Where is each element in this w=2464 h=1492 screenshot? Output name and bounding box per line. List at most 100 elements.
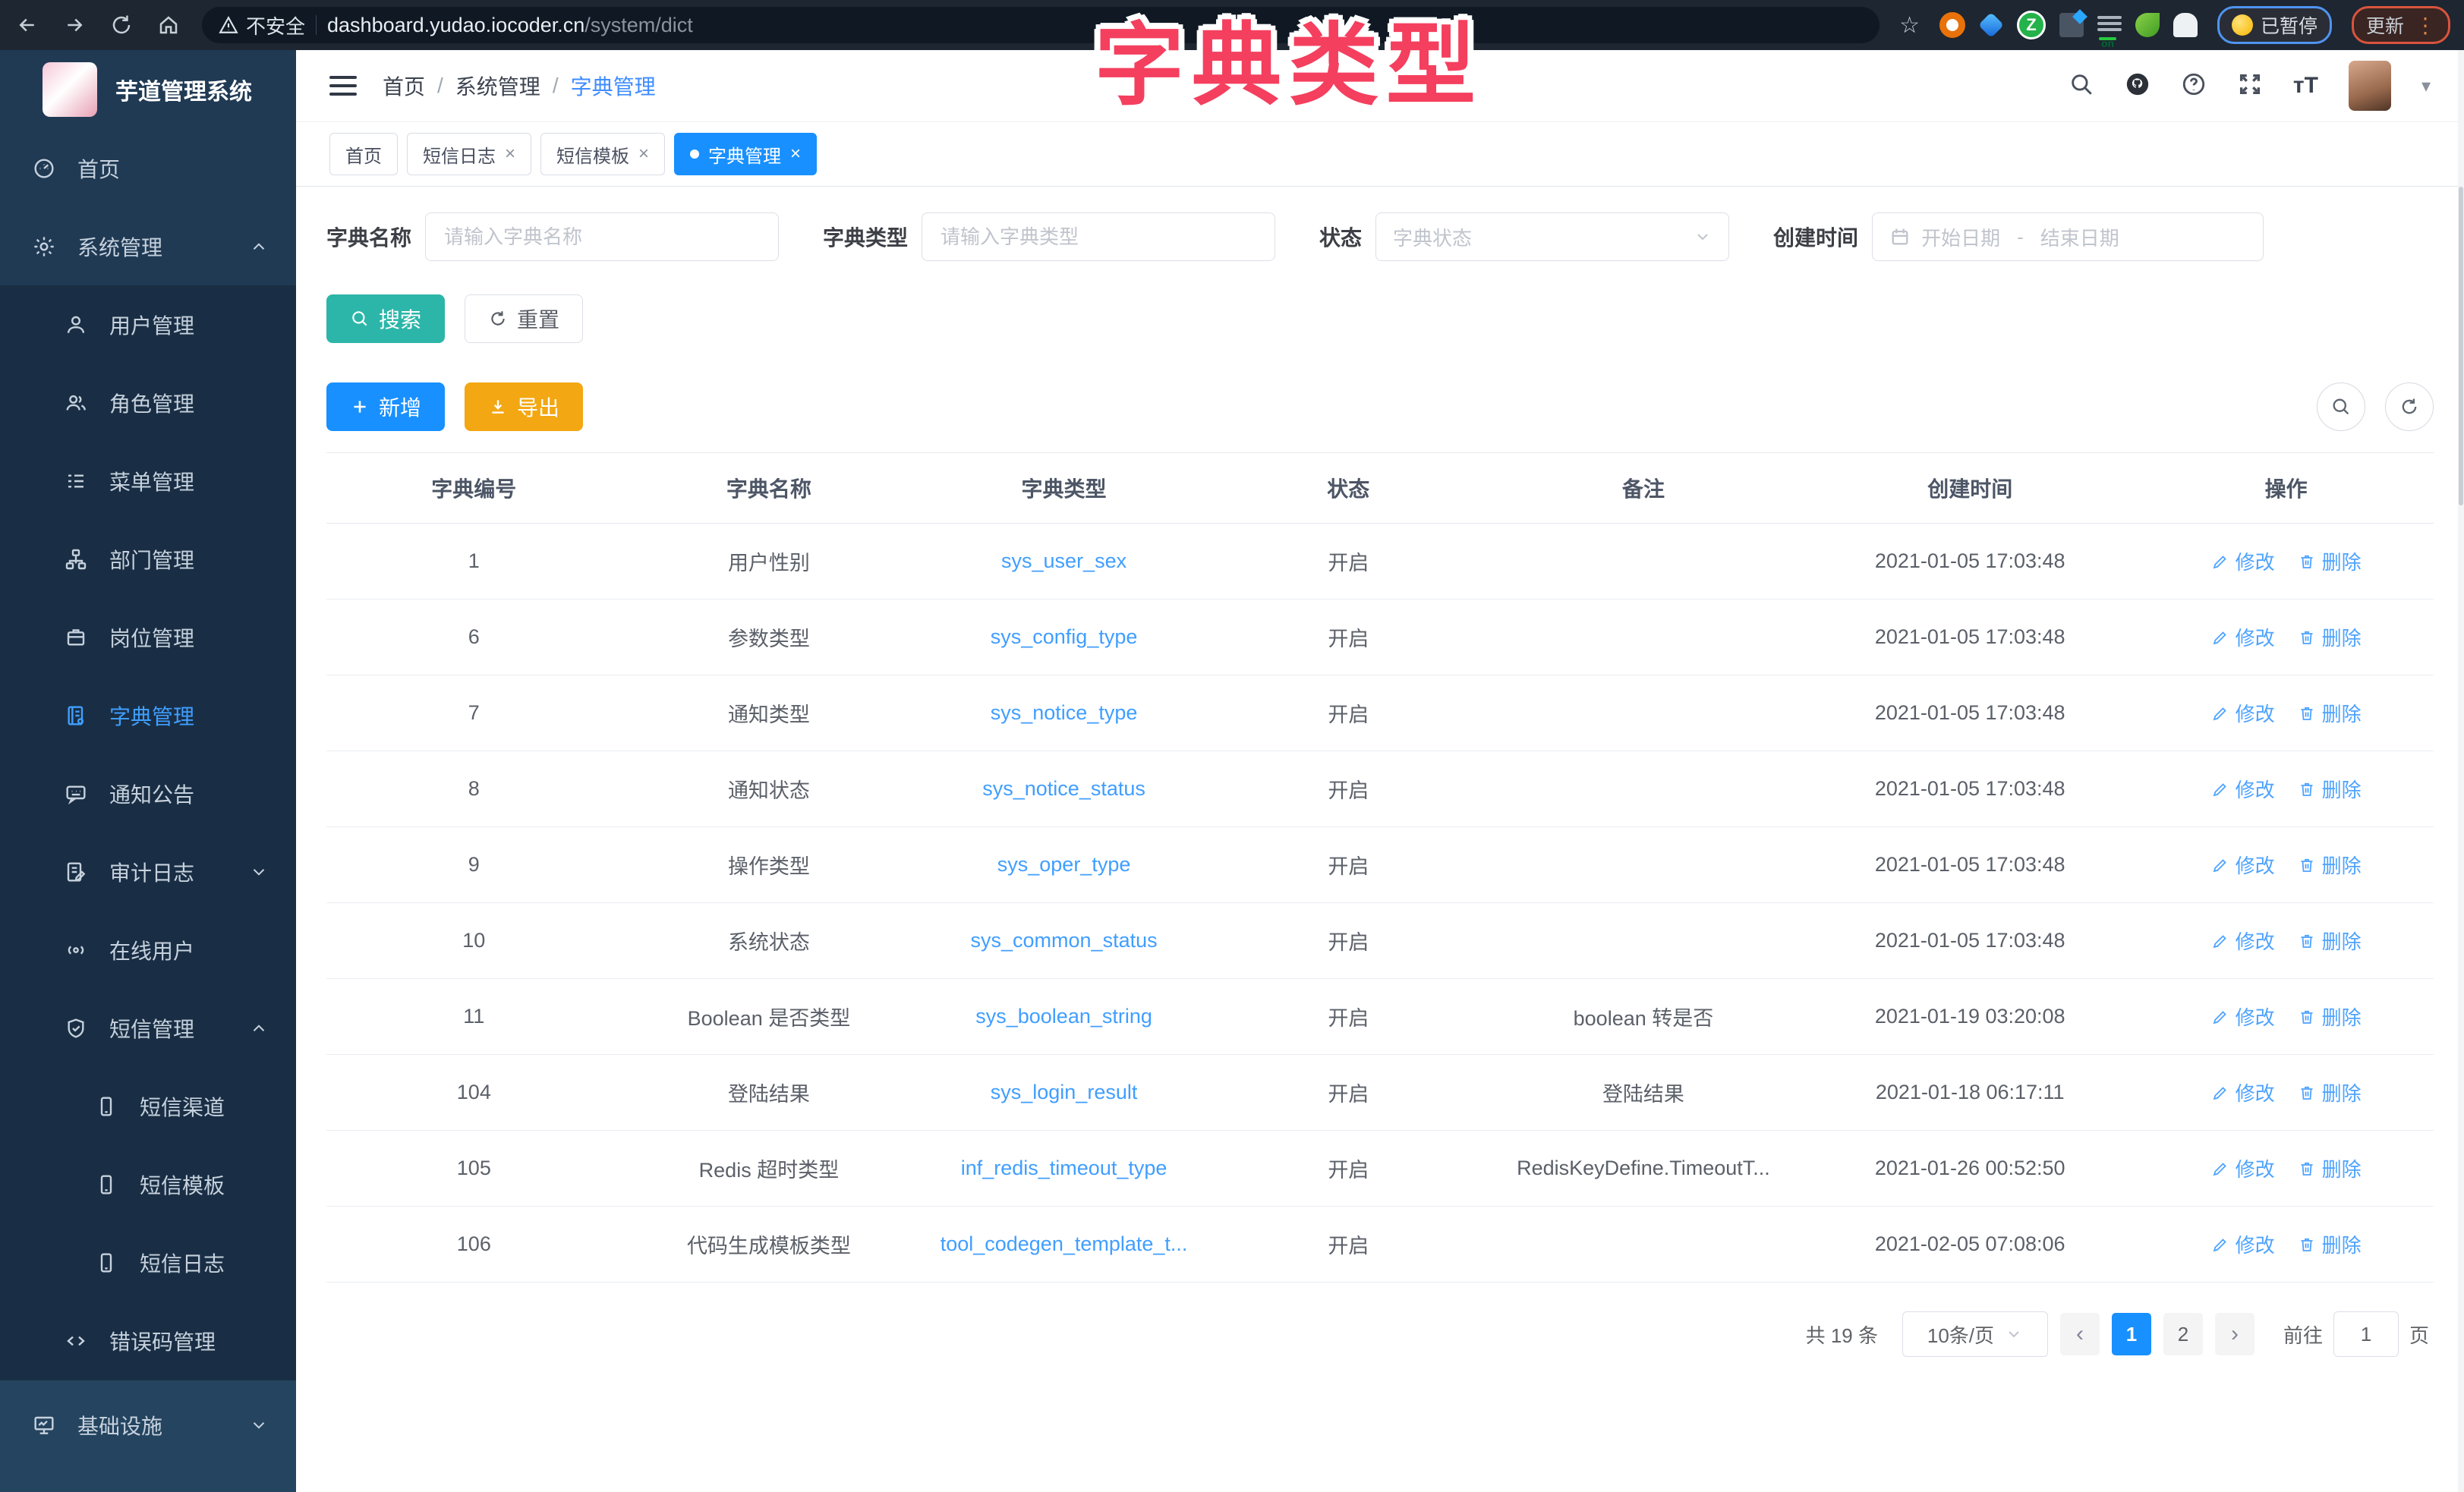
delete-button[interactable]: 删除 (2298, 851, 2362, 879)
cell-dict-type-link[interactable]: sys_common_status (916, 903, 1212, 979)
sidebar-item-sms-channel[interactable]: 短信渠道 (0, 1067, 296, 1145)
close-icon[interactable]: × (790, 143, 801, 165)
paused-badge[interactable]: 已暂停 (2217, 6, 2332, 44)
table-search-toggle-button[interactable] (2317, 382, 2365, 431)
sidebar-item-sms-template[interactable]: 短信模板 (0, 1145, 296, 1223)
tab-短信日志[interactable]: 短信日志× (407, 133, 531, 175)
cell-dict-type-link[interactable]: sys_notice_status (916, 751, 1212, 827)
avatar[interactable] (2349, 61, 2391, 111)
sidebar-item-dept[interactable]: 部门管理 (0, 520, 296, 598)
reload-icon[interactable] (108, 11, 135, 39)
tab-字典管理[interactable]: 字典管理× (674, 133, 817, 175)
search-button[interactable]: 搜索 (326, 294, 445, 343)
dict-type-input[interactable] (939, 225, 1258, 250)
date-range-picker[interactable]: 开始日期 - 结束日期 (1872, 212, 2264, 261)
edit-button[interactable]: 修改 (2211, 1078, 2275, 1106)
goto-page-input[interactable] (2333, 1311, 2399, 1357)
sidebar-item-system[interactable]: 系统管理 (0, 207, 296, 285)
app-logo-row[interactable]: 芋道管理系统 (0, 50, 296, 129)
prev-page-button[interactable]: ‹ (2060, 1313, 2100, 1355)
cell-dict-type-link[interactable]: sys_boolean_string (916, 979, 1212, 1055)
extension-leaf-icon[interactable] (2135, 13, 2160, 37)
edit-button[interactable]: 修改 (2211, 1154, 2275, 1182)
close-icon[interactable]: × (638, 143, 649, 165)
home-icon[interactable] (155, 11, 182, 39)
help-icon[interactable] (2181, 71, 2207, 101)
delete-button[interactable]: 删除 (2298, 1078, 2362, 1106)
delete-button[interactable]: 删除 (2298, 1154, 2362, 1182)
font-size-icon[interactable]: тT (2293, 73, 2318, 99)
extension-gem-icon[interactable] (1978, 12, 2004, 38)
edit-button[interactable]: 修改 (2211, 927, 2275, 955)
sidebar-item-home[interactable]: 首页 (0, 129, 296, 207)
fullscreen-icon[interactable] (2237, 71, 2263, 101)
cell-dict-type-link[interactable]: sys_notice_type (916, 675, 1212, 751)
hamburger-icon[interactable] (329, 76, 357, 96)
chevron-down-icon[interactable]: ▾ (2421, 75, 2431, 97)
breadcrumb-system[interactable]: 系统管理 (455, 71, 540, 101)
edit-button[interactable]: 修改 (2211, 547, 2275, 575)
sidebar-item-menu[interactable]: 菜单管理 (0, 442, 296, 520)
edit-button[interactable]: 修改 (2211, 1230, 2275, 1258)
page-scrollbar[interactable] (2458, 50, 2464, 1492)
cell-dict-type-link[interactable]: sys_login_result (916, 1055, 1212, 1131)
tab-首页[interactable]: 首页 (329, 133, 398, 175)
page-button-2[interactable]: 2 (2163, 1313, 2203, 1355)
extension-donut-icon[interactable] (1939, 12, 1965, 38)
sidebar-item-sms[interactable]: 短信管理 (0, 989, 296, 1067)
back-icon[interactable] (14, 11, 41, 39)
cell-dict-type-link[interactable]: sys_user_sex (916, 524, 1212, 600)
sidebar-item-notice[interactable]: 通知公告 (0, 754, 296, 833)
add-button[interactable]: 新增 (326, 382, 445, 431)
sidebar-item-audit[interactable]: 审计日志 (0, 833, 296, 911)
sidebar-item-online[interactable]: 在线用户 (0, 911, 296, 989)
sidebar-item-dict[interactable]: 字典管理 (0, 676, 296, 754)
cell-dict-type-link[interactable]: inf_redis_timeout_type (916, 1131, 1212, 1207)
delete-button[interactable]: 删除 (2298, 775, 2362, 803)
cell-dict-type-link[interactable]: tool_codegen_template_t... (916, 1207, 1212, 1283)
forward-icon[interactable] (61, 11, 88, 39)
sidebar-item-errcode[interactable]: 错误码管理 (0, 1302, 296, 1380)
address-bar[interactable]: 不安全 dashboard.yudao.iocoder.cn/system/di… (202, 7, 1880, 43)
not-secure-warning-icon[interactable]: 不安全 (219, 11, 305, 39)
edit-button[interactable]: 修改 (2211, 699, 2275, 727)
cell-dict-type-link[interactable]: sys_config_type (916, 600, 1212, 675)
close-icon[interactable]: × (505, 143, 515, 165)
edit-button[interactable]: 修改 (2211, 1003, 2275, 1031)
sidebar-item-post[interactable]: 岗位管理 (0, 598, 296, 676)
breadcrumb-home[interactable]: 首页 (383, 71, 425, 101)
status-select[interactable]: 字典状态 (1375, 212, 1729, 261)
edit-button[interactable]: 修改 (2211, 623, 2275, 651)
dict-name-input[interactable] (443, 225, 761, 250)
extension-ghost-icon[interactable] (2173, 13, 2198, 37)
sidebar-item-user[interactable]: 用户管理 (0, 285, 296, 364)
page-size-select[interactable]: 10条/页 (1902, 1311, 2048, 1357)
page-button-1[interactable]: 1 (2112, 1313, 2151, 1355)
extension-list-icon[interactable]: on (2097, 13, 2122, 37)
delete-button[interactable]: 删除 (2298, 927, 2362, 955)
browser-menu-icon[interactable]: ⋮ (2415, 13, 2436, 38)
cell-dict-type-link[interactable]: sys_oper_type (916, 827, 1212, 903)
sidebar-item-sms-log[interactable]: 短信日志 (0, 1223, 296, 1302)
edit-button[interactable]: 修改 (2211, 851, 2275, 879)
search-icon[interactable] (2069, 71, 2094, 101)
delete-button[interactable]: 删除 (2298, 699, 2362, 727)
github-icon[interactable] (2125, 71, 2150, 101)
extension-diamond-icon[interactable] (2059, 13, 2084, 37)
next-page-button[interactable]: › (2215, 1313, 2254, 1355)
sidebar-item-infra[interactable]: 基础设施 (0, 1380, 296, 1470)
bookmark-star-icon[interactable]: ☆ (1899, 12, 1920, 39)
delete-button[interactable]: 删除 (2298, 1003, 2362, 1031)
tab-短信模板[interactable]: 短信模板× (540, 133, 665, 175)
extension-z-icon[interactable]: Z (2017, 11, 2046, 39)
delete-button[interactable]: 删除 (2298, 623, 2362, 651)
edit-button[interactable]: 修改 (2211, 775, 2275, 803)
export-button[interactable]: 导出 (465, 382, 583, 431)
delete-button[interactable]: 删除 (2298, 547, 2362, 575)
table-refresh-button[interactable] (2385, 382, 2434, 431)
delete-button[interactable]: 删除 (2298, 1230, 2362, 1258)
sidebar: 芋道管理系统 首页系统管理用户管理角色管理菜单管理部门管理岗位管理字典管理通知公… (0, 50, 296, 1492)
reset-button[interactable]: 重置 (465, 294, 583, 343)
update-badge[interactable]: 更新 ⋮ (2352, 6, 2450, 44)
sidebar-item-role[interactable]: 角色管理 (0, 364, 296, 442)
